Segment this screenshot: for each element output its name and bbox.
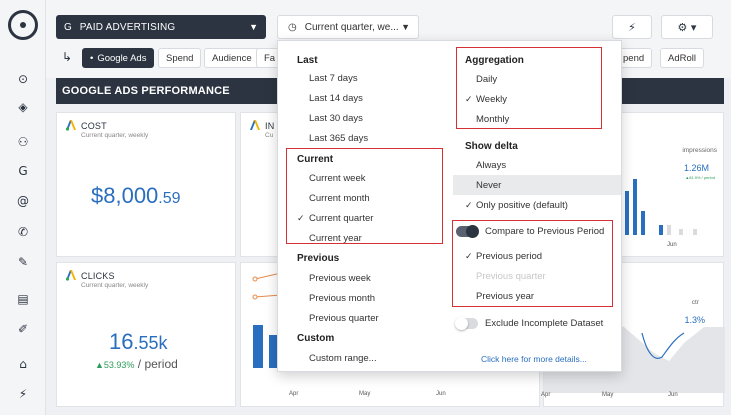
- cost-value: $8,000.59: [91, 183, 181, 208]
- x-tick: Jun: [668, 392, 678, 398]
- subdirectory-arrow-icon: ↳: [62, 50, 73, 64]
- google-ads-icon: [250, 120, 260, 130]
- option-last-7-days[interactable]: Last 7 days: [309, 73, 358, 84]
- card-subtitle: Current quarter, weekly: [81, 132, 149, 139]
- bank-icon[interactable]: ⌂: [14, 355, 32, 373]
- option-custom-range[interactable]: Custom range...: [309, 353, 377, 364]
- chart-bar: [253, 325, 263, 368]
- option-previous-week[interactable]: Previous week: [309, 273, 371, 284]
- location-icon[interactable]: ◈: [14, 98, 32, 116]
- impressions-chart: [625, 179, 697, 235]
- option-last-14-days[interactable]: Last 14 days: [309, 93, 363, 104]
- caret-down-icon: ▼: [401, 22, 410, 32]
- chart-point: [252, 276, 258, 282]
- details-link[interactable]: Click here for more details...: [481, 354, 587, 364]
- chart-bar: [625, 191, 629, 235]
- card-title: COST: [81, 121, 107, 131]
- x-tick: Apr: [289, 391, 299, 397]
- chart-bar: [633, 179, 637, 235]
- edit-icon[interactable]: ✎: [14, 253, 32, 271]
- tab-audience[interactable]: Audience: [204, 48, 260, 68]
- aggregation-highlight: [456, 47, 602, 129]
- data-source-label: PAID ADVERTISING: [79, 21, 176, 33]
- plugin-icon[interactable]: ⚡: [14, 385, 32, 403]
- ctr-value: 1.3%: [684, 315, 705, 325]
- impressions-partial-card[interactable]: IN Cu: [240, 112, 280, 257]
- date-range-label: Current quarter, we...: [304, 21, 399, 33]
- at-icon[interactable]: @: [14, 192, 32, 210]
- impressions-card[interactable]: impressions 1.26M ▲81.9% / period Jun: [618, 112, 724, 257]
- option-last-30-days[interactable]: Last 30 days: [309, 113, 363, 124]
- last-heading: Last: [297, 55, 318, 66]
- clicks-value: 16.55k: [109, 329, 168, 354]
- x-tick: Jun: [667, 242, 677, 248]
- chart-bar: [693, 229, 697, 235]
- cost-card[interactable]: COST Current quarter, weekly $8,000.59: [56, 112, 236, 257]
- google-ads-icon: [65, 120, 76, 131]
- plugin-button[interactable]: ⚡: [612, 15, 652, 39]
- card-title: CLICKS: [81, 271, 115, 281]
- card-subtitle: Current quarter, weekly: [81, 282, 149, 289]
- current-highlight: [286, 148, 443, 244]
- chart-point: [252, 294, 258, 300]
- x-tick: Apr: [541, 392, 551, 398]
- exclude-toggle-label: Exclude Incomplete Dataset: [485, 318, 604, 329]
- checkmark-icon: ✓: [465, 200, 473, 210]
- caret-down-icon: ▼: [249, 22, 258, 32]
- option-always[interactable]: Always: [476, 160, 506, 171]
- sidebar: ⊙ ◈ ⚇ G @ ✆ ✎ ▤ ✐ ⌂ ⚡: [0, 0, 46, 415]
- x-tick: May: [359, 391, 371, 397]
- chart-bar: [659, 225, 663, 235]
- clock-icon: ◷: [288, 21, 297, 33]
- chart-bar: [679, 229, 683, 235]
- compass-icon[interactable]: ⊙: [14, 70, 32, 88]
- option-last-365-days[interactable]: Last 365 days: [309, 133, 368, 144]
- clicks-card[interactable]: CLICKS Current quarter, weekly 16.55k ▲5…: [56, 262, 236, 407]
- compare-highlight: [452, 220, 613, 307]
- tab-spend[interactable]: Spend: [158, 48, 202, 68]
- google-icon: G: [64, 21, 72, 33]
- previous-heading: Previous: [297, 253, 340, 264]
- tab-google-ads[interactable]: • Google Ads: [82, 48, 155, 68]
- option-only-positive[interactable]: Only positive (default): [476, 200, 568, 211]
- option-never[interactable]: Never: [476, 180, 501, 191]
- clicks-delta: ▲53.93% / period: [95, 357, 178, 371]
- clipboard-icon[interactable]: ▤: [14, 290, 32, 308]
- ctr-label: ctr: [691, 299, 699, 306]
- data-source-select[interactable]: G PAID ADVERTISING ▼: [56, 15, 266, 39]
- phone-icon[interactable]: ✆: [14, 223, 32, 241]
- app-logo[interactable]: [8, 10, 38, 40]
- date-range-select[interactable]: ◷ Current quarter, we... ▼: [277, 15, 419, 39]
- gear-icon: ⚙ ▾: [677, 20, 697, 34]
- x-tick: May: [602, 392, 614, 398]
- plugin-icon: ⚡: [628, 20, 636, 34]
- google-icon[interactable]: G: [14, 162, 32, 180]
- option-previous-quarter[interactable]: Previous quarter: [309, 313, 379, 324]
- card-title: IN: [265, 121, 275, 131]
- google-ads-icon: [65, 270, 76, 281]
- x-tick: Jun: [436, 391, 446, 397]
- option-previous-month[interactable]: Previous month: [309, 293, 375, 304]
- pencil-icon[interactable]: ✐: [14, 320, 32, 338]
- exclude-toggle[interactable]: [455, 317, 478, 330]
- custom-heading: Custom: [297, 333, 335, 344]
- chart-bar: [667, 225, 671, 235]
- chart-bar: [641, 211, 645, 235]
- settings-button[interactable]: ⚙ ▾: [661, 15, 713, 39]
- users-icon[interactable]: ⚇: [14, 133, 32, 151]
- card-subtitle: Cu: [265, 132, 274, 139]
- show-delta-heading: Show delta: [465, 141, 518, 152]
- tab-adroll[interactable]: AdRoll: [660, 48, 704, 68]
